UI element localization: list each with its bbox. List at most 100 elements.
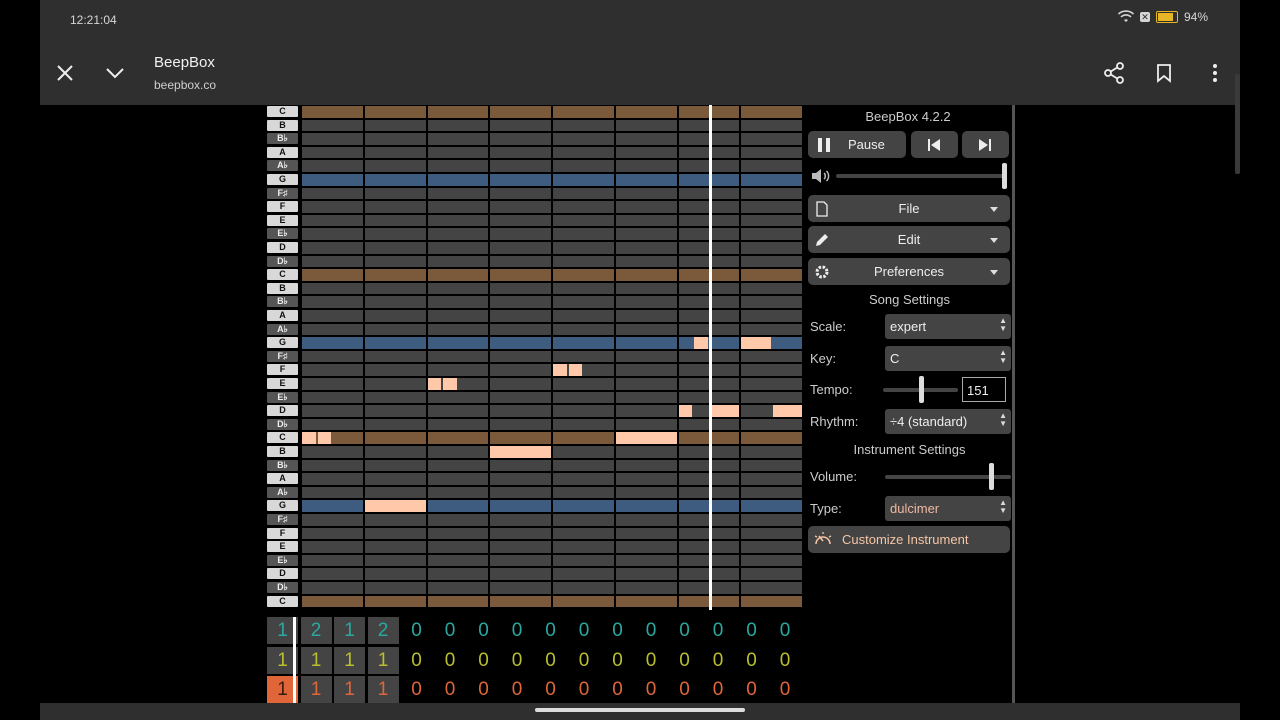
- piano-key[interactable]: D♭: [267, 255, 299, 268]
- grid-cell[interactable]: [302, 282, 363, 295]
- grid-cell[interactable]: [427, 459, 489, 472]
- grid-cell[interactable]: [553, 255, 614, 268]
- grid-cell[interactable]: [741, 146, 802, 159]
- grid-cell[interactable]: [553, 337, 614, 349]
- instrument-volume-thumb[interactable]: [988, 463, 994, 490]
- grid-cell[interactable]: [364, 282, 426, 295]
- piano-key[interactable]: D: [267, 241, 299, 254]
- grid-cell[interactable]: [615, 187, 677, 200]
- grid-cell[interactable]: [553, 296, 614, 308]
- pattern-cell[interactable]: 0: [669, 647, 700, 674]
- grid-cell[interactable]: [302, 255, 363, 268]
- grid-cell[interactable]: [490, 432, 551, 444]
- grid-cell[interactable]: [553, 432, 614, 444]
- grid-cell[interactable]: [615, 350, 677, 363]
- grid-cell[interactable]: [364, 446, 426, 458]
- grid-cell[interactable]: [615, 405, 677, 417]
- master-volume-slider[interactable]: [836, 174, 1007, 178]
- grid-cell[interactable]: [741, 282, 802, 295]
- grid-cell[interactable]: [427, 214, 489, 227]
- piano-key[interactable]: F♯: [267, 350, 299, 363]
- grid-cell[interactable]: [615, 364, 677, 376]
- piano-key[interactable]: F♯: [267, 513, 299, 526]
- grid-cell[interactable]: [364, 364, 426, 376]
- grid-cell[interactable]: [615, 554, 677, 567]
- grid-cell[interactable]: [302, 459, 363, 472]
- edit-menu[interactable]: Edit: [808, 226, 1010, 253]
- grid-cell[interactable]: [553, 405, 614, 417]
- grid-cell[interactable]: [553, 242, 614, 254]
- grid-cell[interactable]: [741, 133, 802, 145]
- grid-cell[interactable]: [553, 514, 614, 526]
- grid-cell[interactable]: [427, 269, 489, 281]
- grid-cell[interactable]: [741, 527, 802, 540]
- grid-cell[interactable]: [490, 174, 551, 186]
- customize-instrument-button[interactable]: Customize Instrument: [808, 526, 1010, 553]
- pattern-cell[interactable]: 0: [636, 617, 667, 644]
- note[interactable]: [772, 405, 802, 417]
- grid-cell[interactable]: [427, 282, 489, 295]
- grid-cell[interactable]: [553, 269, 614, 281]
- piano-key[interactable]: F: [267, 363, 299, 376]
- grid-cell[interactable]: [302, 418, 363, 431]
- grid-cell[interactable]: [364, 432, 426, 444]
- pattern-cell[interactable]: 0: [535, 617, 566, 644]
- grid-cell[interactable]: [427, 174, 489, 186]
- pattern-cell[interactable]: 0: [602, 676, 633, 703]
- grid-cell[interactable]: [490, 527, 551, 540]
- grid-cell[interactable]: [615, 133, 677, 145]
- pattern-cell[interactable]: 0: [468, 617, 499, 644]
- grid-cell[interactable]: [427, 473, 489, 485]
- grid-cell[interactable]: [427, 201, 489, 213]
- grid-cell[interactable]: [364, 595, 426, 608]
- piano-key[interactable]: E: [267, 214, 299, 227]
- piano-key[interactable]: F♯: [267, 187, 299, 200]
- note[interactable]: [427, 378, 442, 390]
- piano-key[interactable]: C: [267, 431, 299, 444]
- grid-cell[interactable]: [364, 310, 426, 322]
- pattern-cell[interactable]: 0: [636, 647, 667, 674]
- grid-cell[interactable]: [364, 568, 426, 580]
- pattern-cell[interactable]: 0: [535, 647, 566, 674]
- grid-cell[interactable]: [553, 473, 614, 485]
- note[interactable]: [302, 432, 316, 444]
- grid-cell[interactable]: [553, 582, 614, 594]
- playhead[interactable]: [708, 105, 712, 610]
- grid-cell[interactable]: [741, 364, 802, 376]
- grid-cell[interactable]: [615, 160, 677, 172]
- grid-cell[interactable]: [490, 106, 551, 118]
- grid-cell[interactable]: [302, 514, 363, 526]
- instrument-type-select[interactable]: dulcimer ▲ ▼: [885, 496, 1011, 521]
- grid-cell[interactable]: [364, 133, 426, 145]
- grid-cell[interactable]: [741, 350, 802, 363]
- pattern-cell[interactable]: 0: [703, 647, 734, 674]
- rhythm-select[interactable]: ÷4 (standard) ▲ ▼: [885, 409, 1011, 434]
- piano-key[interactable]: E: [267, 540, 299, 553]
- grid-cell[interactable]: [553, 119, 614, 132]
- grid-cell[interactable]: [427, 582, 489, 594]
- pattern-cell[interactable]: 0: [468, 647, 499, 674]
- grid-cell[interactable]: [615, 106, 677, 118]
- grid-cell[interactable]: [427, 133, 489, 145]
- grid-cell[interactable]: [427, 323, 489, 336]
- grid-cell[interactable]: [615, 459, 677, 472]
- grid-cell[interactable]: [553, 106, 614, 118]
- grid-cell[interactable]: [490, 418, 551, 431]
- pattern-cell[interactable]: 1: [367, 676, 399, 703]
- pattern-cell[interactable]: 0: [770, 647, 801, 674]
- grid-cell[interactable]: [302, 228, 363, 240]
- grid-cell[interactable]: [427, 527, 489, 540]
- grid-cell[interactable]: [364, 160, 426, 172]
- grid-cell[interactable]: [615, 119, 677, 132]
- pattern-cell[interactable]: 0: [736, 676, 767, 703]
- pattern-cell[interactable]: 1: [334, 617, 365, 644]
- grid-cell[interactable]: [490, 160, 551, 172]
- grid-cell[interactable]: [741, 378, 802, 390]
- grid-cell[interactable]: [741, 500, 802, 512]
- piano-key[interactable]: B♭: [267, 295, 299, 308]
- grid-cell[interactable]: [615, 391, 677, 404]
- piano-key[interactable]: D♭: [267, 418, 299, 431]
- grid-cell[interactable]: [302, 133, 363, 145]
- grid-cell[interactable]: [427, 418, 489, 431]
- grid-cell[interactable]: [302, 310, 363, 322]
